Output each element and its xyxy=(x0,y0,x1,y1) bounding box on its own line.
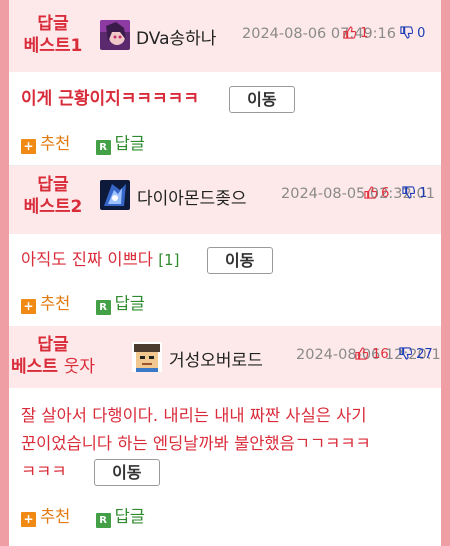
recommend-button[interactable]: + 추천 xyxy=(21,130,70,154)
comment-body: 잘 살아서 다행이다. 내리는 내내 짜짠 사실은 사기 꾼이었습니다 하는 엔… xyxy=(21,402,435,486)
comment-text-line: ㅋㅋㅋ xyxy=(21,462,67,481)
best-reply-badge: 답글 베스트 웃자 xyxy=(9,334,97,378)
comment-header: 답글 베스트1 DVa송하나 2024-08-06 07:49:16 1 0 xyxy=(9,0,441,72)
upvote-button[interactable]: 16 xyxy=(355,347,389,362)
comment-actions: + 추천 R 답글 xyxy=(21,130,165,155)
upvote-count: 6 xyxy=(381,186,390,201)
comment-body: 이게 근황이지ㅋㅋㅋㅋㅋ 이동 xyxy=(21,85,295,113)
upvote-button[interactable]: 6 xyxy=(364,186,389,201)
r-square-icon: R xyxy=(95,513,111,528)
thumb-down-icon xyxy=(399,347,412,360)
upvote-count: 1 xyxy=(360,26,369,41)
move-button[interactable]: 이동 xyxy=(228,85,295,113)
badge-category: 웃자 xyxy=(63,357,96,377)
move-button[interactable]: 이동 xyxy=(206,247,273,274)
comment-item: 답글 베스트1 DVa송하나 2024-08-06 07:49:16 1 0 이… xyxy=(9,0,441,165)
comment-text: 아직도 진짜 이쁘다 xyxy=(21,250,153,269)
comment-header: 답글 베스트2 다이아몬드좆으 2024-08-05 02:32:01 6 1 xyxy=(9,166,441,234)
downvote-count: 1 xyxy=(419,186,428,201)
badge-label: 답글 xyxy=(37,335,69,355)
badge-label: 답글 xyxy=(37,175,69,195)
plus-square-icon: + xyxy=(21,139,36,154)
comment-text: 이게 근황이지ㅋㅋㅋㅋㅋ xyxy=(21,89,199,109)
badge-rank: 베스트 xyxy=(10,357,58,377)
reply-label: 답글 xyxy=(114,134,145,153)
thumb-up-icon xyxy=(364,186,377,199)
reply-button[interactable]: R 답글 xyxy=(95,290,145,315)
recommend-label: 추천 xyxy=(40,294,71,313)
reply-button[interactable]: R 답글 xyxy=(95,503,145,528)
nickname[interactable]: 거성오버로드 xyxy=(169,346,263,371)
comment-item: 답글 베스트2 다이아몬드좆으 2024-08-05 02:32:01 6 1 … xyxy=(9,166,441,326)
recommend-button[interactable]: + 추천 xyxy=(21,503,70,527)
plus-square-icon: + xyxy=(21,299,36,314)
badge-label: 답글 xyxy=(37,14,69,34)
recommend-label: 추천 xyxy=(40,507,71,526)
comment-body: 아직도 진짜 이쁘다 [1] 이동 xyxy=(21,246,273,274)
comment-list: 답글 베스트1 DVa송하나 2024-08-06 07:49:16 1 0 이… xyxy=(9,0,441,546)
avatar[interactable] xyxy=(100,20,130,50)
comment-item: 답글 베스트 웃자 거성오버로드 2024-08-06 12:20:19 16 … xyxy=(9,326,441,546)
comment-actions: + 추천 R 답글 xyxy=(21,503,165,528)
downvote-button[interactable]: 1 xyxy=(402,186,427,201)
comment-date: 2024-08-06 07:49:16 xyxy=(242,26,396,42)
thumb-up-icon xyxy=(355,347,368,360)
comment-text-line: 잘 살아서 다행이다. 내리는 내내 짜짠 사실은 사기 xyxy=(21,406,367,425)
nickname[interactable]: 다이아몬드좆으 xyxy=(137,184,246,209)
reply-label: 답글 xyxy=(114,507,145,526)
reply-label: 답글 xyxy=(114,294,145,313)
downvote-count: 27 xyxy=(416,347,433,362)
avatar[interactable] xyxy=(132,342,162,372)
thumb-down-icon xyxy=(400,26,413,39)
comment-text-line: 꾼이었습니다 하는 엔딩날까봐 불안했음ㄱㄱㅋㅋㅋ xyxy=(21,434,371,453)
badge-rank: 베스트2 xyxy=(23,197,83,217)
plus-square-icon: + xyxy=(21,512,36,527)
upvote-button[interactable]: 1 xyxy=(343,26,368,41)
move-button[interactable]: 이동 xyxy=(93,459,160,486)
comment-actions: + 추천 R 답글 xyxy=(21,290,165,315)
badge-rank: 베스트1 xyxy=(23,36,83,56)
recommend-label: 추천 xyxy=(40,134,71,153)
thumb-up-icon xyxy=(343,26,356,39)
reply-button[interactable]: R 답글 xyxy=(95,130,145,155)
r-square-icon: R xyxy=(95,140,111,155)
recommend-button[interactable]: + 추천 xyxy=(21,290,70,314)
downvote-count: 0 xyxy=(417,26,426,41)
nickname[interactable]: DVa송하나 xyxy=(136,24,216,49)
upvote-count: 16 xyxy=(372,347,389,362)
avatar[interactable] xyxy=(100,180,130,210)
downvote-button[interactable]: 0 xyxy=(400,26,425,41)
reply-count[interactable]: [1] xyxy=(158,251,179,269)
thumb-down-icon xyxy=(402,186,415,199)
r-square-icon: R xyxy=(95,300,111,315)
downvote-button[interactable]: 27 xyxy=(399,347,433,362)
best-reply-badge: 답글 베스트1 xyxy=(9,13,97,57)
best-reply-badge: 답글 베스트2 xyxy=(9,174,97,218)
comment-header: 답글 베스트 웃자 거성오버로드 2024-08-06 12:20:19 16 … xyxy=(9,326,441,388)
